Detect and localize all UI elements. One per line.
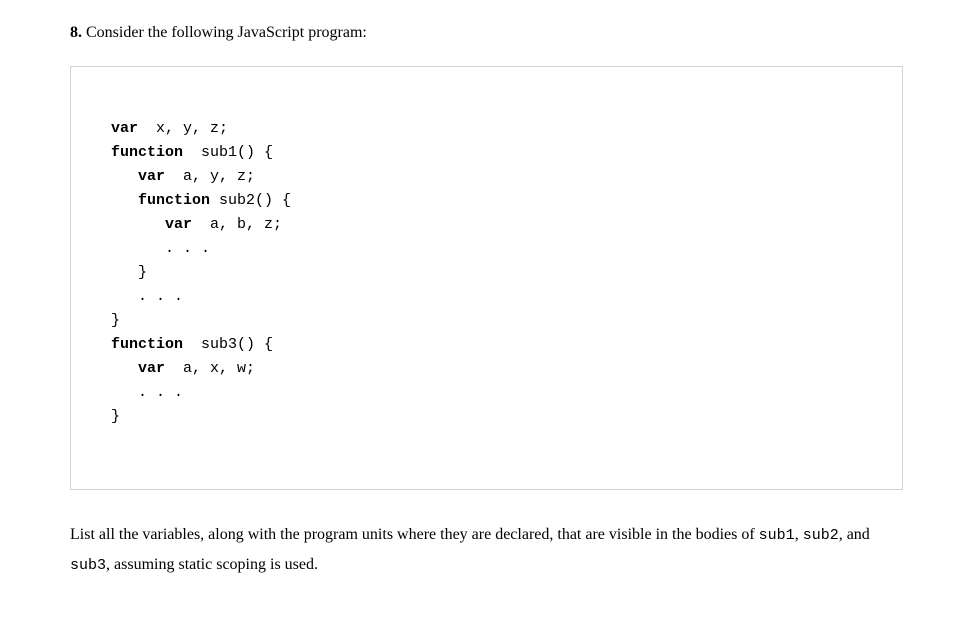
code-text: a, b, z; [192,216,282,233]
inline-code-sub1: sub1 [759,527,795,544]
code-text: x, y, z; [138,120,228,137]
inline-code-sub2: sub2 [803,527,839,544]
keyword-function: function [111,144,183,161]
keyword-function: function [138,192,210,209]
code-text: sub3() { [183,336,273,353]
code-pad [111,192,138,209]
keyword-var: var [111,120,138,137]
code-line-10: function sub3() { [111,333,862,357]
code-line-8: . . . [111,285,862,309]
code-line-5: var a, b, z; [111,213,862,237]
prompt-text: , assuming static scoping is used. [106,556,318,573]
prompt-text: , and [839,526,870,543]
question-number: 8. [70,24,82,41]
keyword-var: var [165,216,192,233]
code-line-6: . . . [111,237,862,261]
question-prompt: List all the variables, along with the p… [70,520,903,581]
code-text: a, x, w; [165,360,255,377]
code-line-2: function sub1() { [111,141,862,165]
code-line-12: . . . [111,381,862,405]
code-line-1: var x, y, z; [111,117,862,141]
code-line-4: function sub2() { [111,189,862,213]
code-line-7: } [111,261,862,285]
code-text: sub1() { [183,144,273,161]
keyword-var: var [138,168,165,185]
code-pad [111,168,138,185]
code-line-13: } [111,405,862,429]
keyword-function: function [111,336,183,353]
code-pad [111,360,138,377]
prompt-text: , [795,526,803,543]
code-line-3: var a, y, z; [111,165,862,189]
code-block: var x, y, z; function sub1() { var a, y,… [70,66,903,490]
code-pad [111,216,165,233]
code-text: a, y, z; [165,168,255,185]
code-text: sub2() { [210,192,291,209]
question-intro: Consider the following JavaScript progra… [86,24,367,41]
question-header: 8. Consider the following JavaScript pro… [70,20,903,46]
inline-code-sub3: sub3 [70,557,106,574]
code-line-9: } [111,309,862,333]
keyword-var: var [138,360,165,377]
prompt-text: List all the variables, along with the p… [70,526,759,543]
code-line-11: var a, x, w; [111,357,862,381]
